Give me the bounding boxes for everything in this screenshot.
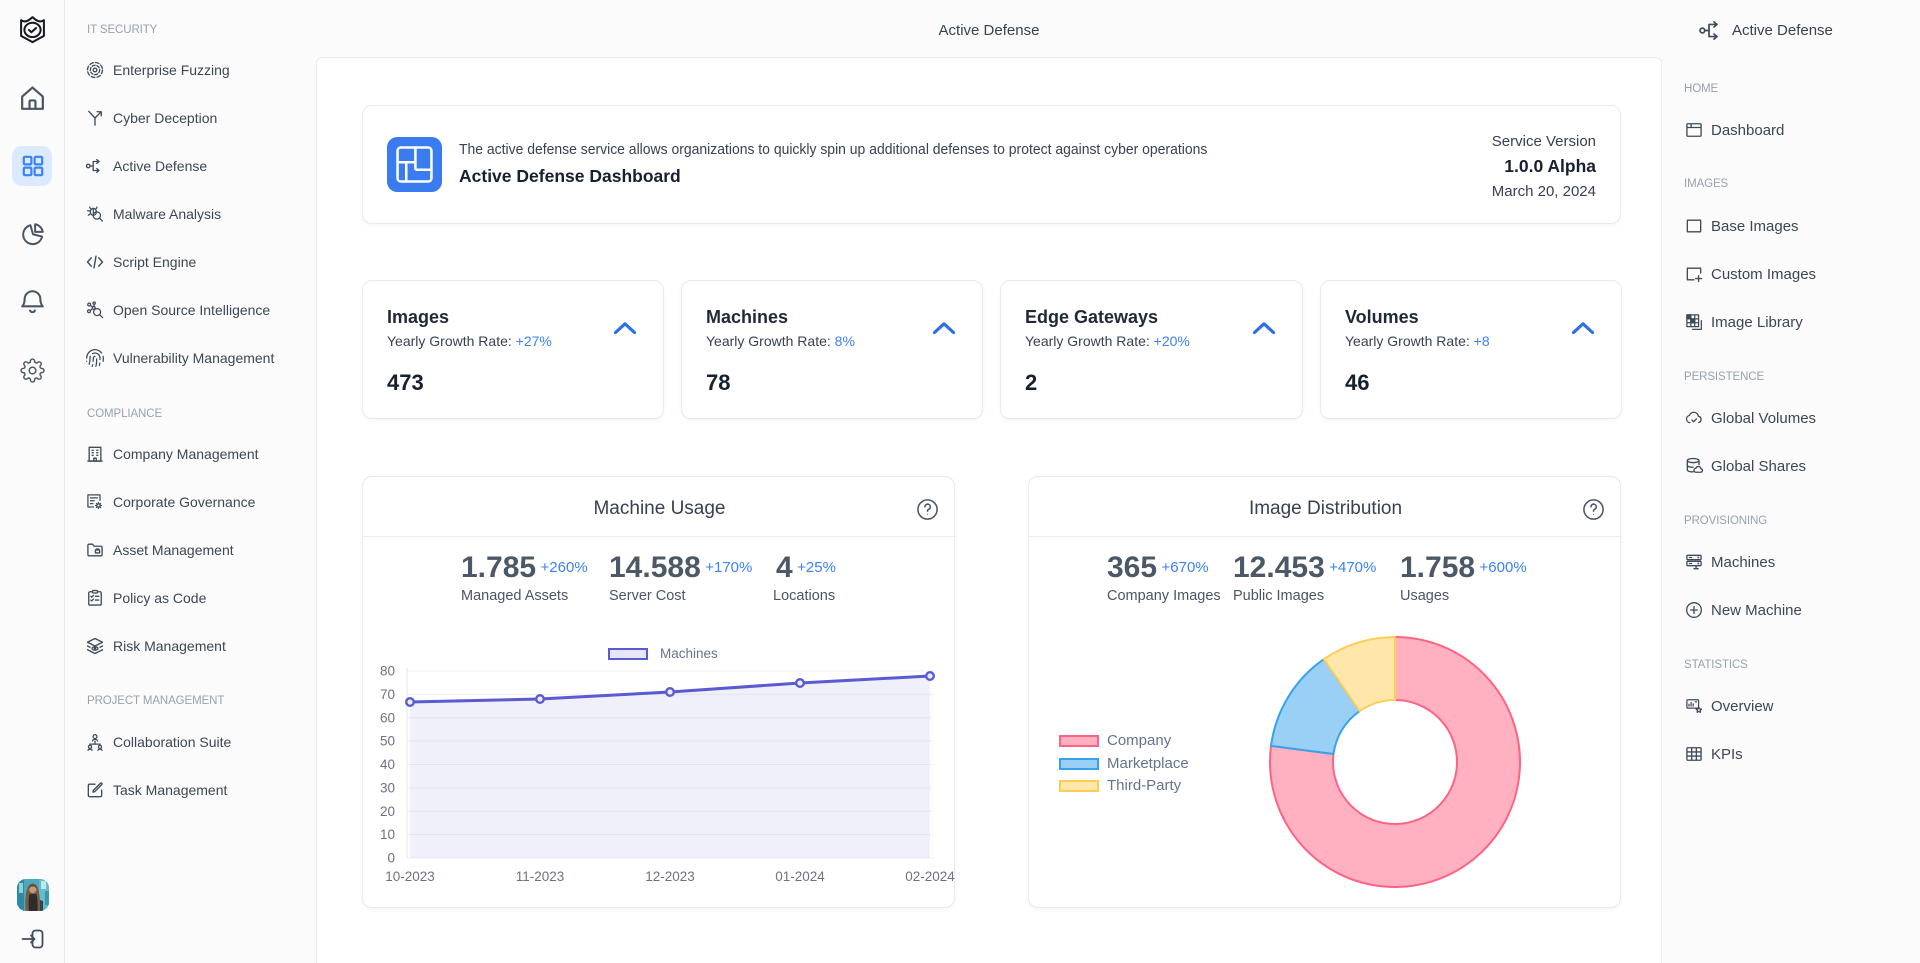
svg-text:20: 20 [380,804,395,819]
svg-text:40: 40 [380,757,395,772]
svg-text:30: 30 [380,780,395,795]
svg-text:10: 10 [380,827,395,842]
svg-text:10-2023: 10-2023 [385,869,435,884]
svg-text:60: 60 [380,710,395,725]
svg-text:50: 50 [380,734,395,749]
svg-text:11-2023: 11-2023 [516,869,565,884]
svg-text:80: 80 [380,664,395,679]
svg-text:70: 70 [380,687,395,702]
svg-text:12-2023: 12-2023 [645,869,695,884]
svg-text:01-2024: 01-2024 [775,869,825,884]
svg-text:02-2024: 02-2024 [905,869,955,884]
svg-text:0: 0 [387,851,395,866]
